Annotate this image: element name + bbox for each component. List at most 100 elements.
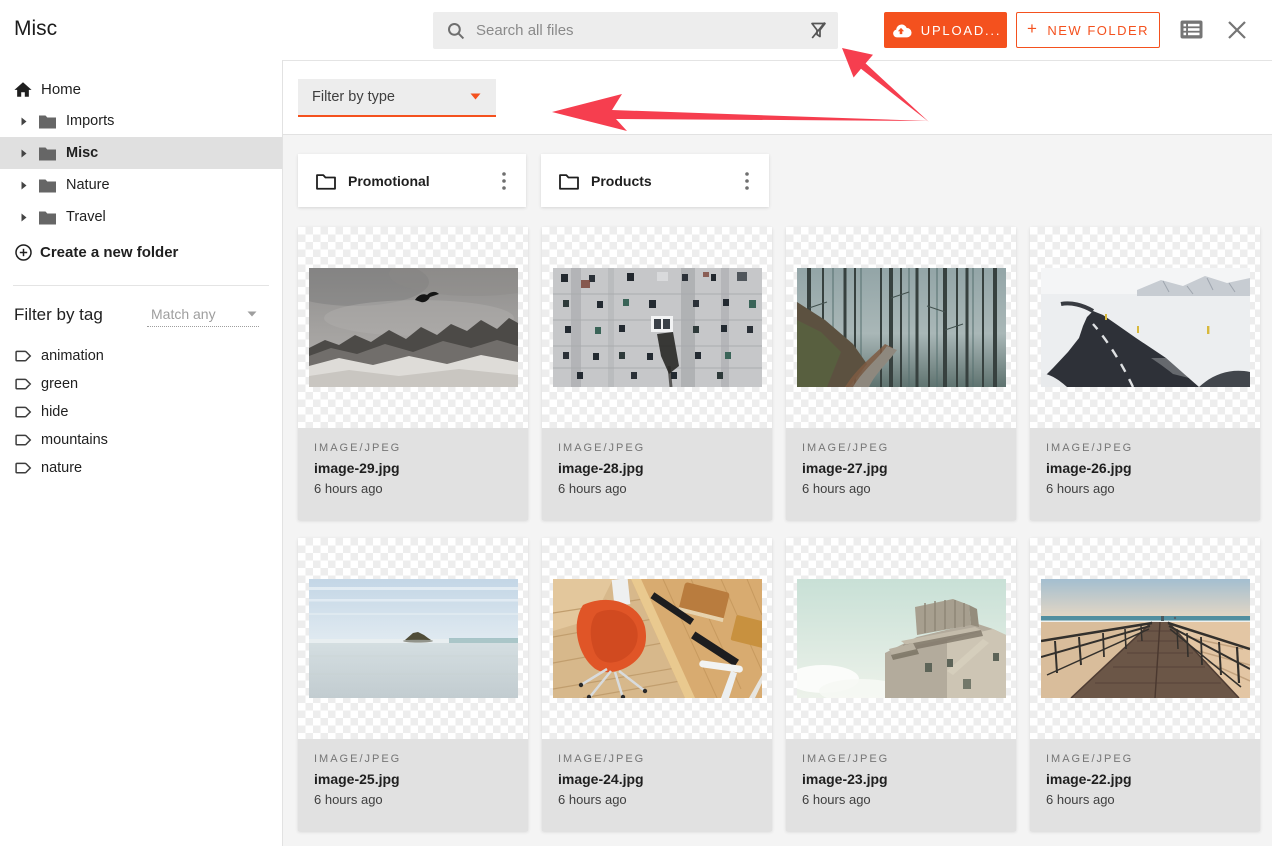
upload-label: UPLOAD... bbox=[921, 23, 1002, 38]
file-thumbnail bbox=[542, 227, 772, 428]
tag-item-mountains[interactable]: mountains bbox=[0, 426, 282, 454]
folder-outline-icon bbox=[315, 172, 337, 190]
tag-label: hide bbox=[41, 404, 68, 420]
plus-icon: + bbox=[1027, 19, 1038, 39]
tag-icon bbox=[15, 461, 32, 476]
file-meta: IMAGE/JPEG image-27.jpg 6 hours ago bbox=[786, 428, 1016, 520]
chevron-right-icon[interactable] bbox=[21, 117, 38, 126]
folder-menu-kebab-icon[interactable] bbox=[733, 163, 761, 199]
photo-orange-chair-at-desk bbox=[553, 579, 762, 698]
file-thumbnail bbox=[1030, 227, 1260, 428]
tag-icon bbox=[15, 405, 32, 420]
chevron-right-icon[interactable] bbox=[21, 149, 38, 158]
file-name: image-29.jpg bbox=[314, 460, 512, 476]
folder-icon bbox=[38, 178, 57, 193]
plus-circle-icon bbox=[15, 244, 32, 261]
file-card[interactable]: IMAGE/JPEG image-28.jpg 6 hours ago bbox=[542, 227, 772, 520]
file-meta: IMAGE/JPEG image-26.jpg 6 hours ago bbox=[1030, 428, 1260, 520]
sidebar-item-home[interactable]: Home bbox=[0, 73, 282, 105]
sidebar-item-label: Misc bbox=[66, 145, 98, 161]
file-name: image-28.jpg bbox=[558, 460, 756, 476]
file-name: image-22.jpg bbox=[1046, 771, 1244, 787]
folder-icon bbox=[38, 210, 57, 225]
files-area: Promotional Products bbox=[283, 135, 1272, 846]
file-time: 6 hours ago bbox=[802, 792, 1000, 807]
file-card[interactable]: IMAGE/JPEG image-22.jpg 6 hours ago bbox=[1030, 538, 1260, 831]
file-type: IMAGE/JPEG bbox=[558, 753, 756, 765]
tag-icon bbox=[15, 433, 32, 448]
close-icon[interactable] bbox=[1226, 19, 1248, 41]
file-meta: IMAGE/JPEG image-24.jpg 6 hours ago bbox=[542, 739, 772, 831]
file-thumbnail bbox=[298, 538, 528, 739]
new-folder-button[interactable]: + NEW FOLDER bbox=[1016, 12, 1160, 48]
folder-cards-row: Promotional Products bbox=[298, 154, 1261, 207]
create-new-folder-button[interactable]: Create a new folder bbox=[0, 236, 282, 268]
file-card[interactable]: IMAGE/JPEG image-23.jpg 6 hours ago bbox=[786, 538, 1016, 831]
tag-item-green[interactable]: green bbox=[0, 370, 282, 398]
folder-outline-icon bbox=[558, 172, 580, 190]
file-card[interactable]: IMAGE/JPEG image-29.jpg 6 hours ago bbox=[298, 227, 528, 520]
folder-icon bbox=[38, 114, 57, 129]
file-meta: IMAGE/JPEG image-29.jpg 6 hours ago bbox=[298, 428, 528, 520]
body-row: Home Imports Misc Nature Travel Crea bbox=[0, 60, 1272, 846]
folder-card-products[interactable]: Products bbox=[541, 154, 769, 207]
file-name: image-23.jpg bbox=[802, 771, 1000, 787]
file-type: IMAGE/JPEG bbox=[802, 442, 1000, 454]
file-type: IMAGE/JPEG bbox=[1046, 442, 1244, 454]
file-meta: IMAGE/JPEG image-22.jpg 6 hours ago bbox=[1030, 739, 1260, 831]
tag-icon bbox=[15, 377, 32, 392]
tag-item-nature[interactable]: nature bbox=[0, 454, 282, 482]
file-meta: IMAGE/JPEG image-23.jpg 6 hours ago bbox=[786, 739, 1016, 831]
sidebar-item-travel[interactable]: Travel bbox=[0, 201, 282, 233]
clear-filter-icon[interactable] bbox=[809, 21, 828, 40]
file-time: 6 hours ago bbox=[558, 792, 756, 807]
file-time: 6 hours ago bbox=[1046, 792, 1244, 807]
chevron-right-icon[interactable] bbox=[21, 181, 38, 190]
folder-card-name: Products bbox=[591, 173, 722, 189]
file-card[interactable]: IMAGE/JPEG image-24.jpg 6 hours ago bbox=[542, 538, 772, 831]
file-time: 6 hours ago bbox=[1046, 481, 1244, 496]
file-card[interactable]: IMAGE/JPEG image-27.jpg 6 hours ago bbox=[786, 227, 1016, 520]
main-panel: Filter by type Promotional bbox=[283, 60, 1272, 846]
chevron-right-icon[interactable] bbox=[21, 213, 38, 222]
filter-by-type-select[interactable]: Filter by type bbox=[298, 79, 496, 117]
file-thumbnail bbox=[786, 538, 1016, 739]
tag-item-animation[interactable]: animation bbox=[0, 342, 282, 370]
page-title: Misc bbox=[14, 17, 57, 41]
sidebar: Home Imports Misc Nature Travel Crea bbox=[0, 60, 283, 846]
match-mode-select[interactable]: Match any bbox=[147, 303, 259, 327]
tag-item-hide[interactable]: hide bbox=[0, 398, 282, 426]
file-time: 6 hours ago bbox=[802, 481, 1000, 496]
file-time: 6 hours ago bbox=[314, 792, 512, 807]
tag-label: mountains bbox=[41, 432, 108, 448]
folder-icon bbox=[38, 146, 57, 161]
file-type: IMAGE/JPEG bbox=[558, 442, 756, 454]
filter-by-type-label: Filter by type bbox=[312, 89, 395, 105]
file-thumbnail bbox=[298, 227, 528, 428]
caret-down-icon bbox=[247, 311, 257, 317]
file-card[interactable]: IMAGE/JPEG image-25.jpg 6 hours ago bbox=[298, 538, 528, 831]
sidebar-item-nature[interactable]: Nature bbox=[0, 169, 282, 201]
sidebar-item-imports[interactable]: Imports bbox=[0, 105, 282, 137]
file-name: image-24.jpg bbox=[558, 771, 756, 787]
file-name: image-27.jpg bbox=[802, 460, 1000, 476]
file-card[interactable]: IMAGE/JPEG image-26.jpg 6 hours ago bbox=[1030, 227, 1260, 520]
sidebar-item-label: Home bbox=[41, 81, 81, 98]
upload-button[interactable]: UPLOAD... bbox=[884, 12, 1007, 48]
folder-menu-kebab-icon[interactable] bbox=[490, 163, 518, 199]
tag-list: animation green hide mountains nature bbox=[0, 342, 282, 482]
photo-weathered-building-wall bbox=[553, 268, 762, 387]
file-type: IMAGE/JPEG bbox=[802, 753, 1000, 765]
search-input[interactable] bbox=[476, 22, 809, 39]
list-view-toggle-icon[interactable] bbox=[1179, 19, 1204, 40]
file-grid: IMAGE/JPEG image-29.jpg 6 hours ago bbox=[298, 227, 1261, 831]
sidebar-item-misc[interactable]: Misc bbox=[0, 137, 282, 169]
filter-by-tag-heading: Filter by tag bbox=[14, 305, 103, 325]
tag-label: animation bbox=[41, 348, 104, 364]
photo-concrete-building bbox=[797, 579, 1006, 698]
photo-calm-sea-with-island bbox=[309, 579, 518, 698]
file-name: image-26.jpg bbox=[1046, 460, 1244, 476]
folder-card-name: Promotional bbox=[348, 173, 479, 189]
caret-down-icon bbox=[470, 93, 481, 100]
folder-card-promotional[interactable]: Promotional bbox=[298, 154, 526, 207]
